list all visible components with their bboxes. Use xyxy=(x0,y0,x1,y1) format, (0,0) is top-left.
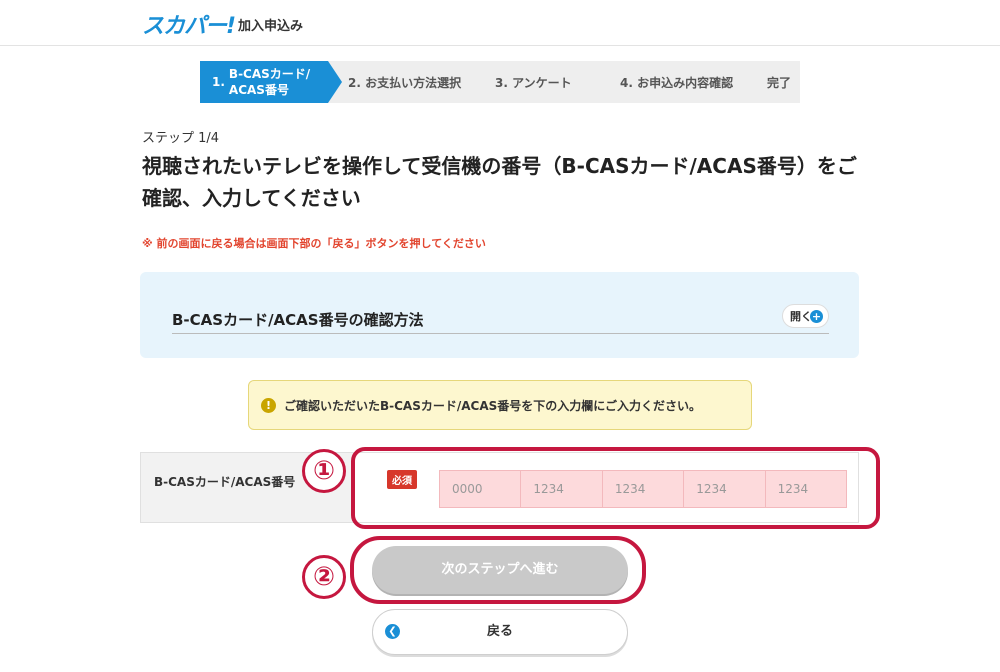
back-notice: ※ 前の画面に戻る場合は画面下部の「戻る」ボタンを押してください xyxy=(142,237,486,250)
step-1-active: 1. B-CASカード/ ACAS番号 xyxy=(200,61,342,103)
skyperfect-logo[interactable]: スカパー! xyxy=(142,8,236,40)
exclamation-circle-icon: ! xyxy=(261,397,276,413)
chevron-left-icon: ❮ xyxy=(385,624,400,639)
site-header: スカパー! 加入申込み xyxy=(0,0,1000,46)
bcas-label: B-CASカード/ACAS番号 xyxy=(154,475,296,489)
step-2: 2. お支払い方法選択 xyxy=(348,75,462,90)
step-3: 3. アンケート xyxy=(495,75,572,90)
page-title: 視聴されたいテレビを操作して受信機の番号（B-CASカード/ACAS番号）をご確… xyxy=(142,154,857,210)
howto-panel: B-CASカード/ACAS番号の確認方法 開く + xyxy=(140,272,859,358)
progress-steps: 1. B-CASカード/ ACAS番号 2. お支払い方法選択 3. アンケート… xyxy=(200,61,800,103)
back-button[interactable]: ❮ 戻る xyxy=(372,609,628,655)
highlight-box-2 xyxy=(350,536,646,604)
info-text: ご確認いただいたB-CASカード/ACAS番号を下の入力欄にご入力ください。 xyxy=(284,398,702,413)
step-1-label-line1: B-CASカード/ xyxy=(228,67,311,81)
back-label: 戻る xyxy=(486,624,513,639)
open-button[interactable]: 開く + xyxy=(782,304,829,328)
divider xyxy=(172,333,829,334)
step-1-number: 1. xyxy=(212,75,225,89)
header-subtitle: 加入申込み xyxy=(238,19,304,34)
step-1-label-line2: ACAS番号 xyxy=(228,83,289,97)
step-counter: ステップ 1/4 xyxy=(142,131,220,146)
marker-1: ① xyxy=(302,449,346,493)
step-complete: 完了 xyxy=(767,75,792,90)
highlight-box-1 xyxy=(351,447,880,529)
open-label: 開く xyxy=(790,310,812,323)
info-message: ! ご確認いただいたB-CASカード/ACAS番号を下の入力欄にご入力ください。 xyxy=(248,380,752,430)
step-4: 4. お申込み内容確認 xyxy=(620,75,734,90)
plus-circle-icon: + xyxy=(810,310,823,323)
howto-title: B-CASカード/ACAS番号の確認方法 xyxy=(172,311,424,329)
marker-2: ② xyxy=(302,555,346,599)
step-1-label: B-CASカード/ ACAS番号 xyxy=(229,66,310,98)
